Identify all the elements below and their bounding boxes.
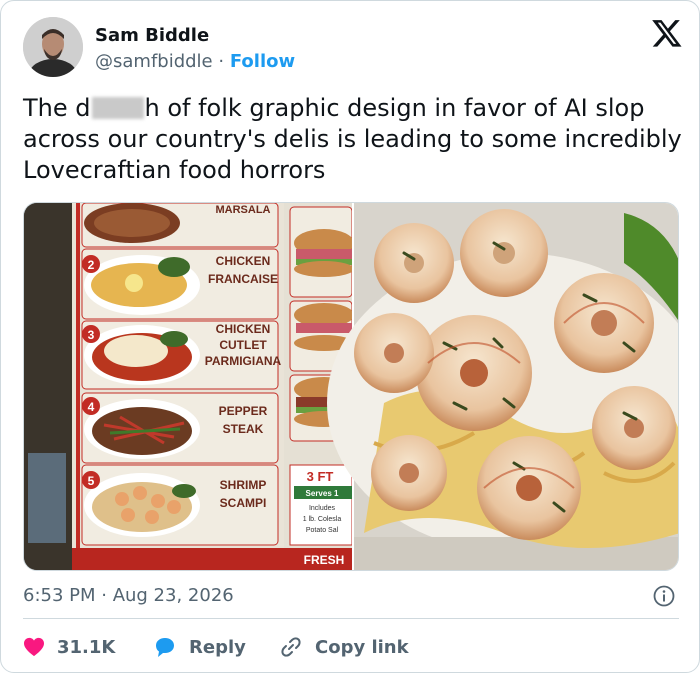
copy-link-label: Copy link [315, 636, 409, 658]
menu-number-5: 5 [88, 474, 95, 488]
like-button[interactable]: 31.1K [23, 631, 115, 663]
follow-button[interactable]: Follow [230, 51, 295, 72]
tweet-text-start: The d [23, 94, 91, 122]
link-icon [281, 637, 301, 657]
tweet-header: Sam Biddle @samfbiddle · Follow [23, 17, 683, 79]
price-side-2: Potato Sal [306, 527, 339, 534]
price-side-1: 1 lb. Colesla [303, 516, 342, 523]
info-icon[interactable] [653, 585, 675, 607]
author-name[interactable]: Sam Biddle [95, 25, 209, 46]
tweet-media[interactable]: 2 3 4 5 MARSALA CHICKEN FRANCAISE CHICKEN… [23, 202, 679, 571]
media-image: 2 3 4 5 MARSALA CHICKEN FRANCAISE CHICKEN… [24, 203, 678, 570]
redacted-word [91, 97, 144, 119]
tweet-text: The dh of folk graphic design in favor o… [23, 93, 683, 186]
menu-number-4: 4 [88, 400, 95, 414]
like-count: 31.1K [57, 636, 116, 658]
author-handle-row: @samfbiddle · Follow [95, 51, 295, 72]
menu-number-2: 2 [88, 258, 95, 272]
x-logo-icon[interactable] [651, 17, 683, 49]
menu-number-3: 3 [88, 328, 95, 342]
copy-link-button[interactable]: Copy link [279, 631, 409, 663]
ai-food-photo [327, 203, 678, 570]
deli-menu-photo: 2 3 4 5 MARSALA CHICKEN FRANCAISE CHICKEN… [24, 203, 354, 570]
heart-icon [24, 637, 44, 657]
actions-divider [23, 618, 679, 619]
tweet-timestamp[interactable]: 6:53 PM · Aug 23, 2026 [23, 585, 234, 606]
handle-separator: · [218, 51, 225, 72]
fresh-banner: FRESH [304, 553, 345, 567]
reply-bubble-icon [156, 638, 174, 657]
tweet-card: Sam Biddle @samfbiddle · Follow The dh o… [0, 0, 700, 673]
author-handle[interactable]: @samfbiddle [95, 51, 213, 72]
price-includes: Includes [309, 505, 336, 512]
price-title: 3 FT [307, 469, 334, 484]
avatar[interactable] [23, 17, 83, 77]
reply-label: Reply [189, 636, 246, 658]
reply-button[interactable]: Reply [153, 631, 246, 663]
menu-name-marsala: MARSALA [216, 204, 271, 216]
price-serves: Serves 1 [306, 489, 339, 498]
